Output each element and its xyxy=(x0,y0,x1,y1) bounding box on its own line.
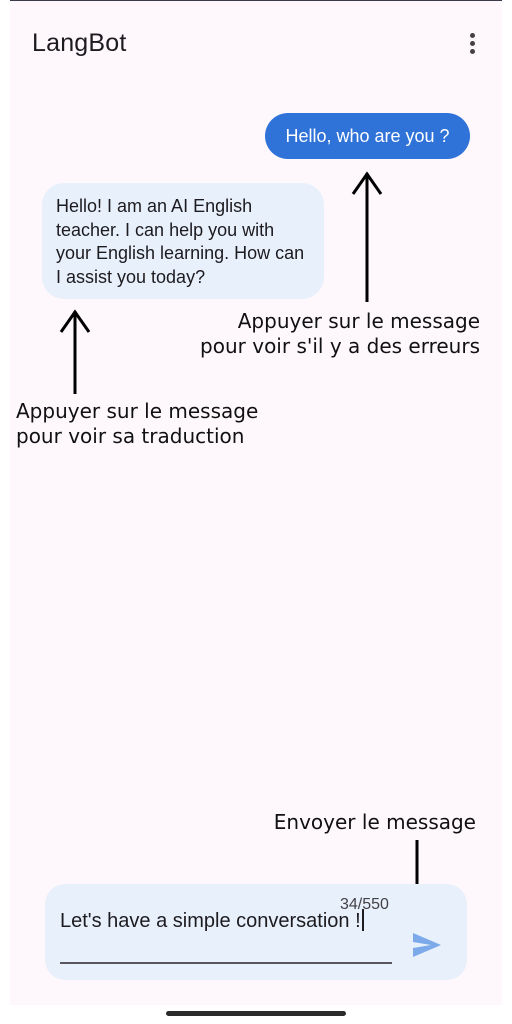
message-input-value: Let's have a simple conversation ! xyxy=(60,910,361,932)
user-message-text: Hello, who are you ? xyxy=(285,125,450,146)
message-input[interactable]: Let's have a simple conversation ! xyxy=(60,908,392,960)
bot-message-text: Hello! I am an AI English teacher. I can… xyxy=(56,196,305,287)
app-screen: LangBot Hello, who are you ? Hello! I am… xyxy=(10,0,502,1005)
more-vert-icon-dot-2 xyxy=(469,40,475,46)
send-annotation: Envoyer le message xyxy=(273,810,476,834)
bot-annotation-line-1: Appuyer sur le message xyxy=(16,399,259,423)
bot-message-bubble[interactable]: Hello! I am an AI English teacher. I can… xyxy=(42,183,324,299)
up-arrow-icon xyxy=(351,171,383,302)
input-underline xyxy=(60,962,392,964)
overflow-menu-button[interactable] xyxy=(458,27,486,59)
user-message-annotation: Appuyer sur le message pour voir s'il y … xyxy=(200,309,480,359)
message-composer: 34/550 Let's have a simple conversation … xyxy=(45,884,467,980)
home-indicator[interactable] xyxy=(166,1011,346,1016)
up-arrow-icon xyxy=(59,309,91,394)
user-message-bubble[interactable]: Hello, who are you ? xyxy=(265,113,470,159)
text-cursor xyxy=(361,909,364,931)
send-icon xyxy=(413,933,441,957)
app-title: LangBot xyxy=(32,29,127,57)
bot-message-annotation: Appuyer sur le message pour voir sa trad… xyxy=(16,399,258,449)
more-vert-icon-dot-3 xyxy=(469,48,475,54)
user-annotation-line-1: Appuyer sur le message xyxy=(237,309,480,333)
more-vert-icon xyxy=(469,32,475,38)
user-annotation-line-2: pour voir s'il y a des erreurs xyxy=(200,334,480,358)
send-button[interactable] xyxy=(410,930,444,960)
bot-annotation-line-2: pour voir sa traduction xyxy=(16,424,245,448)
